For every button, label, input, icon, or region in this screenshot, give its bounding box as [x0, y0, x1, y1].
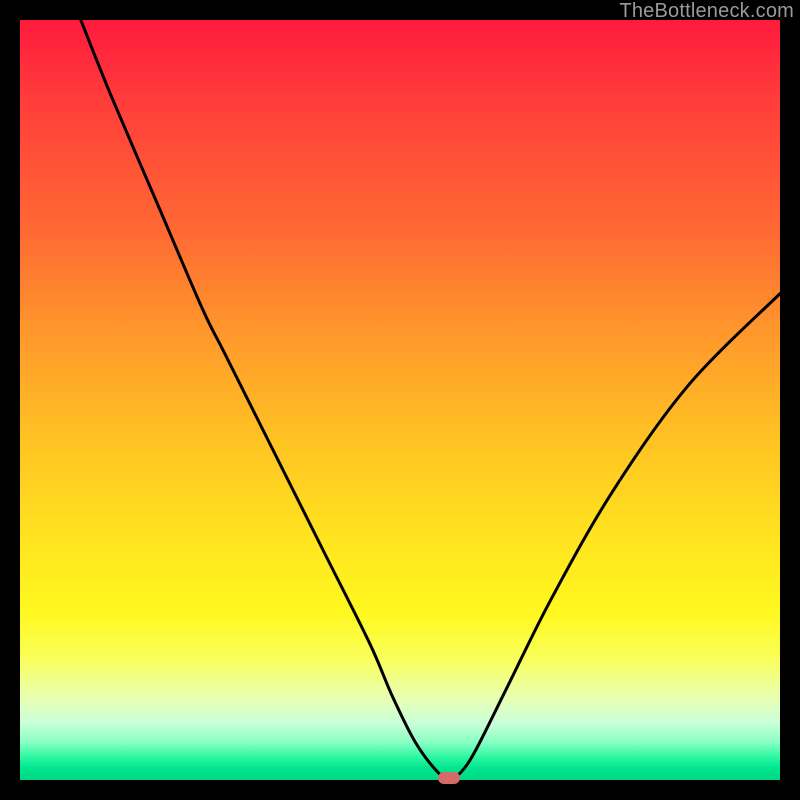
plot-area	[20, 20, 780, 780]
optimal-point-marker	[438, 772, 460, 784]
bottleneck-curve	[20, 20, 780, 780]
chart-frame: TheBottleneck.com	[0, 0, 800, 800]
